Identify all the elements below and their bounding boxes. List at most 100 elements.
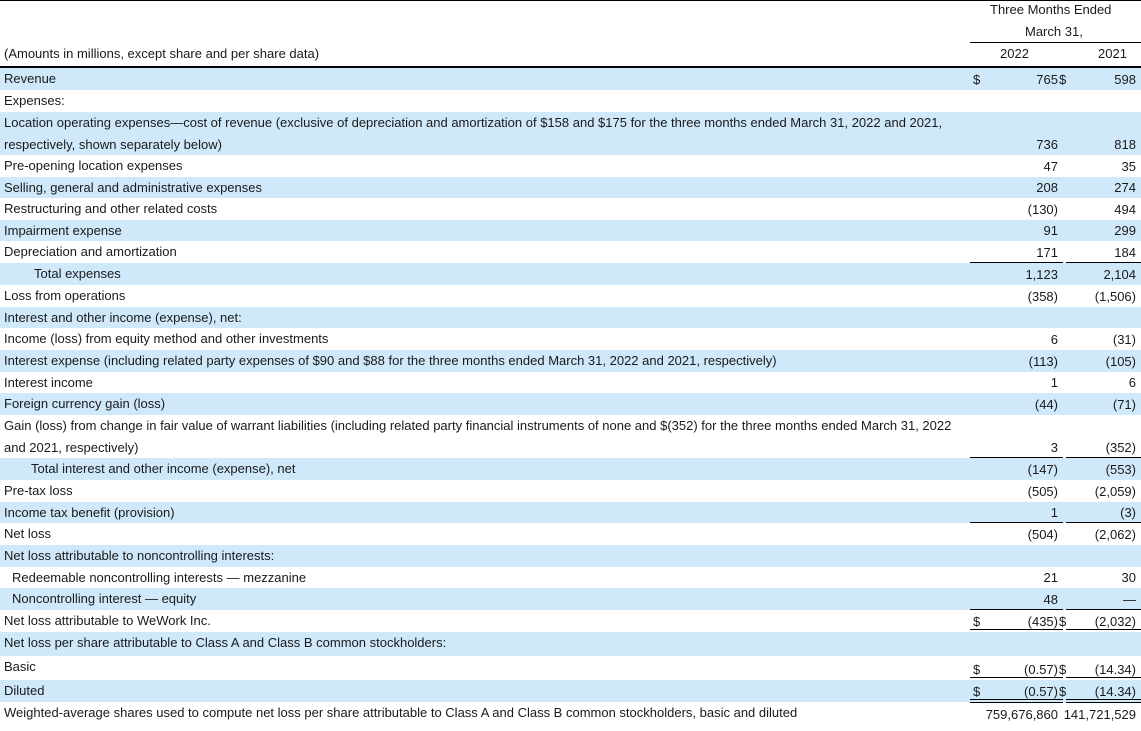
- table-row: Impairment expense 91 299: [0, 220, 1141, 241]
- table-row: Loss from operations (358) (1,506): [0, 285, 1141, 307]
- value-2021: 184: [1114, 245, 1136, 260]
- row-label: Diluted: [4, 683, 45, 698]
- row-label: Interest expense (including related part…: [4, 353, 777, 368]
- table-row: Net loss attributable to WeWork Inc. $ (43…: [0, 610, 1141, 633]
- value-2022: 1: [1050, 375, 1058, 390]
- value-2021: 35: [1121, 159, 1136, 174]
- table-row: Pre-opening location expenses 47 35: [0, 155, 1141, 177]
- row-label: Pre-opening location expenses: [4, 158, 183, 173]
- value-2021: (352): [1105, 440, 1136, 455]
- value-2022: 91: [1043, 223, 1058, 238]
- value-2022: 6: [1050, 332, 1058, 347]
- row-label: Revenue: [4, 71, 57, 86]
- value-2022: 47: [1043, 159, 1058, 174]
- dollar-sign-2022: $: [973, 72, 981, 87]
- double-underline: [1066, 629, 1141, 630]
- value-2022: 3: [1050, 440, 1058, 455]
- table-row: Redeemable noncontrolling interests — me…: [0, 567, 1141, 588]
- dollar-sign-2021: $: [1059, 72, 1067, 87]
- table-row: Revenue $765 $598: [0, 68, 1141, 90]
- table-row: Foreign currency gain (loss) (44) (71): [0, 393, 1141, 415]
- table-row: Basic $ (0.57) $ (14.34): [0, 656, 1141, 681]
- double-underline: [970, 629, 1063, 630]
- row-label: Impairment expense: [4, 223, 122, 238]
- row-label: Pre-tax loss: [4, 483, 73, 498]
- value-2021: 2,104: [1103, 267, 1136, 282]
- value-2021: (2,062): [1094, 527, 1136, 542]
- table-row: Income (loss) from equity method and oth…: [0, 328, 1141, 350]
- table-row: Diluted $ (0.57) $ (14.34): [0, 680, 1141, 703]
- table-row: Selling, general and administrative expe…: [0, 177, 1141, 198]
- column-header-2022: 2022: [1000, 46, 1029, 61]
- period-heading-rule: [970, 42, 1141, 43]
- table-row: Expenses:: [0, 90, 1141, 112]
- table-row: Total expenses 1,123 2,104: [0, 263, 1141, 285]
- value-2022: (44): [1034, 397, 1058, 412]
- value-2021: 274: [1114, 180, 1136, 195]
- value-2022: 171: [1036, 245, 1058, 260]
- row-label: Gain (loss) from change in fair value of…: [4, 418, 952, 455]
- table-row: Restructuring and other related costs (13…: [0, 198, 1141, 220]
- table-row: Interest expense (including related part…: [0, 350, 1141, 372]
- row-label: Income (loss) from equity method and oth…: [4, 331, 329, 346]
- value-2022: 765: [1036, 72, 1058, 87]
- row-label: Selling, general and administrative expe…: [4, 180, 262, 195]
- value-2021: (3): [1120, 505, 1136, 520]
- value-2022: (147): [1027, 462, 1058, 477]
- value-2021: 494: [1114, 202, 1136, 217]
- value-2021: —: [1123, 592, 1136, 607]
- row-label: Weighted-average shares used to compute …: [4, 705, 798, 720]
- row-label: Income tax benefit (provision): [4, 505, 175, 520]
- table-row: Gain (loss) from change in fair value of…: [0, 415, 1141, 458]
- row-label: Interest and other income (expense), net…: [4, 310, 242, 325]
- table-row: Net loss per share attributable to Class…: [0, 632, 1141, 656]
- table-row: Interest and other income (expense), net…: [0, 307, 1141, 328]
- value-2021: (553): [1105, 462, 1136, 477]
- double-underline: [970, 699, 1063, 700]
- table-row: Pre-tax loss (505) (2,059): [0, 480, 1141, 502]
- row-label: Net loss attributable to noncontrolling …: [4, 548, 275, 563]
- table-row: Total interest and other income (expense…: [0, 458, 1141, 480]
- period-heading-line1: Three Months Ended: [990, 2, 1112, 17]
- value-2022: 21: [1043, 570, 1058, 585]
- row-label: Total expenses: [34, 266, 121, 281]
- top-rule: [0, 0, 1141, 1]
- value-2021: 141,721,529: [1063, 707, 1136, 722]
- row-label: Loss from operations: [4, 288, 126, 303]
- value-2022: 1: [1050, 505, 1058, 520]
- row-label: Location operating expenses—cost of reve…: [4, 115, 943, 152]
- value-2022: 759,676,860: [985, 707, 1058, 722]
- value-2021: (2,059): [1094, 484, 1136, 499]
- table-row: Location operating expenses—cost of reve…: [0, 112, 1141, 155]
- row-label: Total interest and other income (expense…: [31, 461, 296, 476]
- double-underline: [1066, 677, 1141, 678]
- value-2021: 6: [1128, 375, 1136, 390]
- table-row: Depreciation and amortization 171 184: [0, 241, 1141, 263]
- double-underline: [970, 677, 1063, 678]
- value-2021: 299: [1114, 223, 1136, 238]
- row-label: Net loss per share attributable to Class…: [4, 635, 447, 650]
- value-2022: (504): [1027, 527, 1058, 542]
- value-2022: 1,123: [1025, 267, 1058, 282]
- value-2022: 736: [1036, 137, 1058, 152]
- row-label: Restructuring and other related costs: [4, 201, 218, 216]
- value-2021: 30: [1121, 570, 1136, 585]
- value-2021: 598: [1114, 72, 1136, 87]
- row-label: Noncontrolling interest — equity: [12, 591, 197, 606]
- amounts-note: (Amounts in millions, except share and p…: [4, 46, 320, 61]
- value-2022: (358): [1027, 289, 1058, 304]
- value-2022: 208: [1036, 180, 1058, 195]
- row-label: Depreciation and amortization: [4, 244, 177, 259]
- row-label: Net loss attributable to WeWork Inc.: [4, 613, 211, 628]
- value-2021: 818: [1114, 137, 1136, 152]
- value-2022: 48: [1043, 592, 1058, 607]
- period-heading-line2: March 31,: [1025, 24, 1083, 39]
- table-row: Weighted-average shares used to compute …: [0, 702, 1141, 725]
- table-row: Interest income 1 6: [0, 372, 1141, 393]
- row-label: Foreign currency gain (loss): [4, 396, 166, 411]
- value-2021: (31): [1112, 332, 1136, 347]
- value-2021: (105): [1105, 354, 1136, 369]
- row-label: Basic: [4, 659, 36, 674]
- row-label: Interest income: [4, 375, 93, 390]
- value-2022: (113): [1028, 354, 1058, 369]
